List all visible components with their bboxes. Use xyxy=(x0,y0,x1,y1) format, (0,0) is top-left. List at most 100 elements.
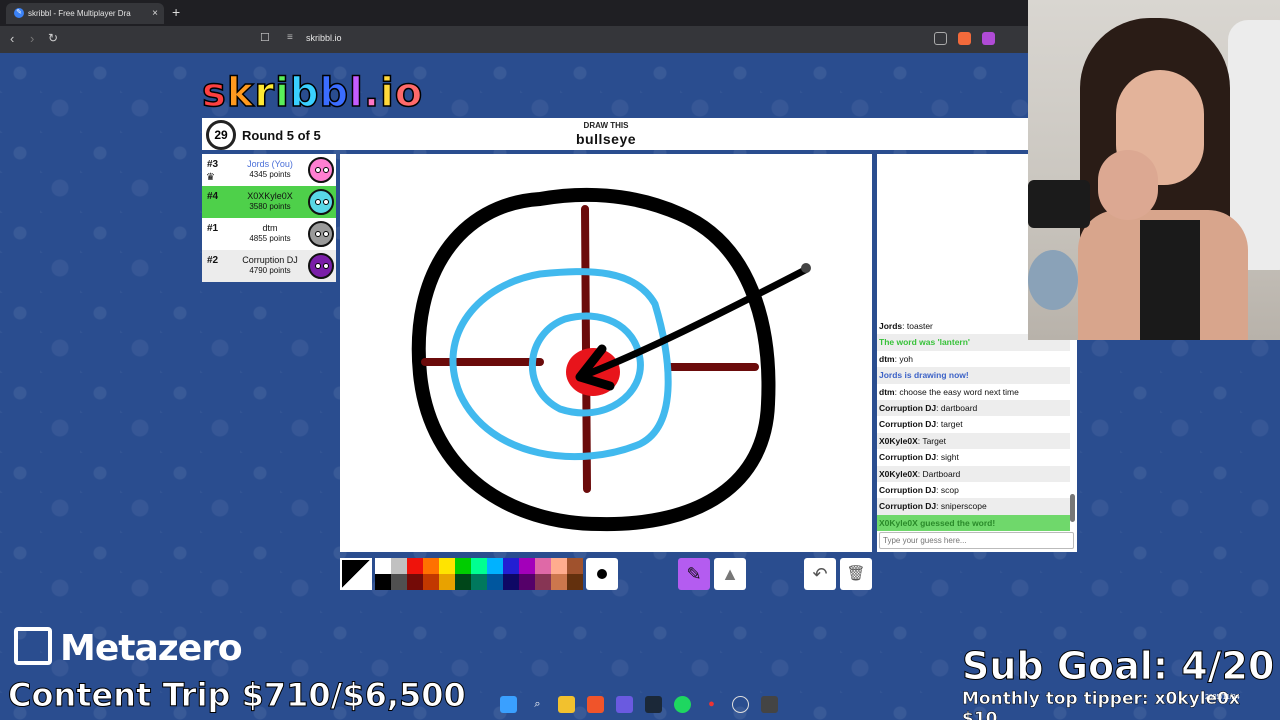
chat-scrollbar[interactable] xyxy=(1070,494,1075,522)
taskbar: ⌕ ● xyxy=(490,693,790,717)
color-swatch[interactable] xyxy=(471,558,487,574)
brand-name: Metazero xyxy=(60,628,243,669)
map-pin-icon[interactable]: ● xyxy=(703,696,720,713)
new-tab-button[interactable]: + xyxy=(172,4,180,20)
spotify-icon[interactable] xyxy=(674,696,691,713)
discord-icon[interactable] xyxy=(616,696,633,713)
player-list: #3 ♛ Jords (You) 4345 points #4 X0XKyle0… xyxy=(202,154,336,282)
color-swatch[interactable] xyxy=(519,574,535,590)
color-swatch[interactable] xyxy=(567,574,583,590)
brave-browser-icon[interactable] xyxy=(587,696,604,713)
color-swatch[interactable] xyxy=(503,558,519,574)
tab-title: skribbl - Free Multiplayer Dra xyxy=(28,9,131,18)
color-swatch[interactable] xyxy=(535,574,551,590)
player-name: X0XKyle0X xyxy=(247,191,293,201)
player-avatar-icon xyxy=(308,253,334,279)
player-rank: #1 xyxy=(207,223,219,234)
color-swatch[interactable] xyxy=(391,558,407,574)
skribbl-favicon-icon: ✎ xyxy=(14,8,24,18)
app-icon[interactable] xyxy=(761,696,778,713)
game-top-bar: 29 Round 5 of 5 DRAW THIS bullseye xyxy=(202,118,1028,150)
browser-tab-bar: ✎ skribbl - Free Multiplayer Dra × + xyxy=(0,0,1028,26)
chat-message: Corruption DJ: target xyxy=(879,419,963,430)
brave-rewards-icon[interactable] xyxy=(982,32,995,45)
browser-nav-bar: ‹ › ↻ ☐ ≡ skribbl.io xyxy=(0,26,1028,53)
share-icon[interactable] xyxy=(934,32,947,45)
color-swatch[interactable] xyxy=(535,558,551,574)
player-avatar-icon xyxy=(308,189,334,215)
forward-icon[interactable]: › xyxy=(30,31,34,46)
pen-tool-icon[interactable]: ✎ xyxy=(678,558,710,590)
chat-messages: Jords: toaster The word was 'lantern' dt… xyxy=(877,318,1070,532)
brave-shield-icon[interactable] xyxy=(958,32,971,45)
settings-icon[interactable] xyxy=(732,696,749,713)
color-swatch[interactable] xyxy=(455,558,471,574)
chat-message: X0Kyle0X: Target xyxy=(877,432,1070,450)
content-trip-goal: Content Trip $710/$6,500 xyxy=(8,676,467,715)
chat-message: dtm: choose the easy word next time xyxy=(879,386,1019,397)
player-row[interactable]: #4 X0XKyle0X 3580 points xyxy=(202,186,336,218)
crown-icon: ♛ xyxy=(206,172,215,183)
bullseye-drawing xyxy=(411,187,811,532)
chat-system-message: Jords is drawing now! xyxy=(877,367,1070,384)
color-swatch[interactable] xyxy=(407,574,423,590)
player-name: Jords (You) xyxy=(247,159,293,169)
chat-message: Corruption DJ: scop xyxy=(879,484,959,495)
guess-input[interactable] xyxy=(879,532,1074,549)
color-swatch[interactable] xyxy=(487,558,503,574)
browser-tab[interactable]: ✎ skribbl - Free Multiplayer Dra × xyxy=(6,3,164,24)
site-info-icon[interactable]: ≡ xyxy=(287,32,293,43)
player-avatar-icon xyxy=(308,221,334,247)
current-color-swatch[interactable] xyxy=(340,558,372,590)
chat-message: X0Kyle0X: Dartboard xyxy=(877,465,1070,482)
color-swatch[interactable] xyxy=(439,574,455,590)
reload-icon[interactable]: ↻ xyxy=(48,31,58,45)
player-row[interactable]: #1 dtm 4855 points xyxy=(202,218,336,250)
secret-word: bullseye xyxy=(575,131,637,147)
player-points: 4345 points xyxy=(249,170,291,179)
player-row[interactable]: #2 Corruption DJ 4790 points xyxy=(202,250,336,282)
windows-start-icon[interactable] xyxy=(500,696,517,713)
color-swatch[interactable] xyxy=(375,574,391,590)
color-swatch[interactable] xyxy=(503,574,519,590)
player-points: 3580 points xyxy=(249,202,291,211)
color-swatch[interactable] xyxy=(519,558,535,574)
color-swatch[interactable] xyxy=(391,574,407,590)
color-swatch[interactable] xyxy=(567,558,583,574)
address-bar[interactable]: skribbl.io xyxy=(306,33,342,43)
color-swatch[interactable] xyxy=(423,574,439,590)
drawing-canvas[interactable] xyxy=(340,154,872,552)
chat-system-message: X0Kyle0X guessed the word! xyxy=(877,514,1070,532)
microphone-icon xyxy=(1028,180,1090,228)
draw-this-label: DRAW THIS xyxy=(583,121,629,130)
chat-message: Corruption DJ: sight xyxy=(879,452,959,463)
undo-icon[interactable]: ↶ xyxy=(804,558,836,590)
color-swatch[interactable] xyxy=(455,574,471,590)
steam-icon[interactable] xyxy=(645,696,662,713)
color-swatch[interactable] xyxy=(439,558,455,574)
player-name: Corruption DJ xyxy=(242,255,298,265)
player-rank: #3 xyxy=(207,159,219,170)
bookmark-icon[interactable]: ☐ xyxy=(260,31,270,44)
skribbl-logo: skribbl.io xyxy=(201,69,424,117)
search-icon[interactable]: ⌕ xyxy=(529,696,546,713)
color-swatch[interactable] xyxy=(423,558,439,574)
chat-message: Corruption DJ: dartboard xyxy=(877,399,1070,417)
player-points: 4855 points xyxy=(249,234,291,243)
player-row[interactable]: #3 ♛ Jords (You) 4345 points xyxy=(202,154,336,186)
back-icon[interactable]: ‹ xyxy=(10,31,14,46)
fill-tool-icon[interactable]: ▲ xyxy=(714,558,746,590)
metazero-m-icon xyxy=(14,627,52,665)
color-swatch[interactable] xyxy=(551,558,567,574)
color-swatch[interactable] xyxy=(375,558,391,574)
color-swatch[interactable] xyxy=(471,574,487,590)
color-palette xyxy=(375,558,583,590)
clear-canvas-icon[interactable]: 🗑 xyxy=(840,558,872,590)
color-swatch[interactable] xyxy=(487,574,503,590)
folder-icon[interactable] xyxy=(558,696,575,713)
brush-size-button[interactable] xyxy=(586,558,618,590)
close-tab-icon[interactable]: × xyxy=(152,3,158,24)
color-swatch[interactable] xyxy=(407,558,423,574)
streamer-webcam xyxy=(1028,0,1280,340)
color-swatch[interactable] xyxy=(551,574,567,590)
